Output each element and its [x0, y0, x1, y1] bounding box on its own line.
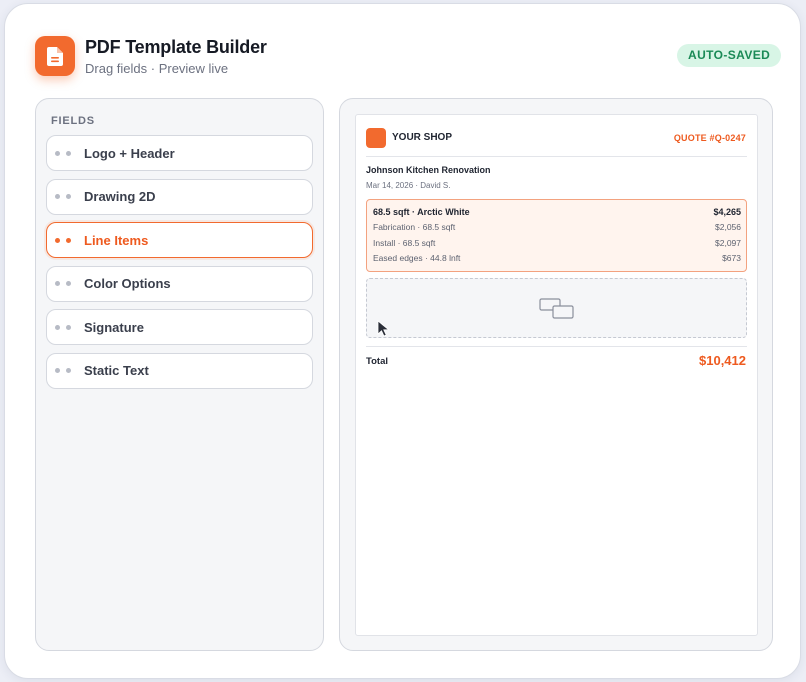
field-item-signature[interactable]: Signature — [46, 309, 313, 346]
field-item-color-options[interactable]: Color Options — [46, 265, 313, 302]
line-item-amount: $2,097 — [715, 237, 741, 248]
total-label: Total — [366, 356, 388, 367]
drag-handle-icon[interactable] — [55, 324, 71, 330]
drag-handle-icon[interactable] — [55, 194, 71, 200]
pdf-page-preview: YOUR SHOP QUOTE #Q-0247 Johnson Kitchen … — [355, 114, 758, 636]
line-item-label: 68.5 sqft · Arctic White — [373, 206, 470, 217]
field-item-line-items[interactable]: Line Items — [46, 222, 313, 259]
drag-handle-icon[interactable] — [55, 237, 71, 243]
drag-handle-icon[interactable] — [55, 150, 71, 156]
divider — [366, 156, 747, 157]
field-item-label: Static Text — [84, 363, 149, 379]
line-item-row: Install · 68.5 sqft $2,097 — [373, 235, 741, 251]
field-item-static-text[interactable]: Static Text — [46, 352, 313, 389]
line-items-block[interactable]: 68.5 sqft · Arctic White $4,265 Fabricat… — [366, 199, 747, 272]
document-icon — [35, 36, 75, 76]
shop-name: YOUR SHOP — [392, 132, 453, 143]
drawing-2d-icon — [539, 298, 574, 319]
field-item-logo-header[interactable]: Logo + Header — [46, 135, 313, 171]
preview-panel: YOUR SHOP QUOTE #Q-0247 Johnson Kitchen … — [339, 98, 773, 651]
app-window: PDF Template Builder Drag fields · Previ… — [4, 3, 801, 679]
status-badge: AUTO-SAVED — [677, 44, 782, 67]
line-item-amount: $4,265 — [713, 206, 741, 217]
project-name: Johnson Kitchen Renovation — [366, 165, 491, 175]
line-item-label: Install · 68.5 sqft — [373, 237, 436, 248]
drag-handle-icon[interactable] — [55, 368, 71, 374]
line-item-row: 68.5 sqft · Arctic White $4,265 — [373, 204, 741, 220]
shop-logo[interactable] — [366, 128, 386, 148]
quote-number: QUOTE #Q-0247 — [673, 133, 746, 143]
drag-handle-icon[interactable] — [55, 281, 71, 287]
line-item-amount: $673 — [722, 253, 741, 264]
line-item-row: Fabrication · 68.5 sqft $2,056 — [373, 220, 741, 236]
field-item-label: Color Options — [84, 276, 171, 292]
divider — [366, 346, 747, 347]
field-item-drawing-2d[interactable]: Drawing 2D — [46, 178, 313, 215]
drawing-drop-zone[interactable] — [366, 278, 747, 338]
fields-heading: FIELDS — [51, 115, 95, 127]
line-item-amount: $2,056 — [715, 222, 741, 233]
fields-panel: FIELDS Logo + Header Drawing 2D Line Ite… — [35, 98, 324, 651]
page-subtitle: Drag fields · Preview live — [85, 61, 229, 76]
cursor-icon — [377, 320, 390, 337]
field-item-label: Drawing 2D — [84, 189, 156, 205]
page-title: PDF Template Builder — [85, 37, 267, 57]
field-item-label: Line Items — [84, 232, 149, 248]
field-item-label: Signature — [84, 319, 144, 335]
field-list: Logo + Header Drawing 2D Line Items Colo… — [46, 135, 313, 397]
project-meta: Mar 14, 2026 · David S. — [366, 181, 451, 190]
line-item-label: Eased edges · 44.8 lnft — [373, 253, 461, 264]
line-item-label: Fabrication · 68.5 sqft — [373, 222, 456, 233]
line-item-row: Eased edges · 44.8 lnft $673 — [373, 251, 741, 267]
field-item-label: Logo + Header — [84, 145, 175, 161]
total-value: $10,412 — [699, 353, 746, 368]
